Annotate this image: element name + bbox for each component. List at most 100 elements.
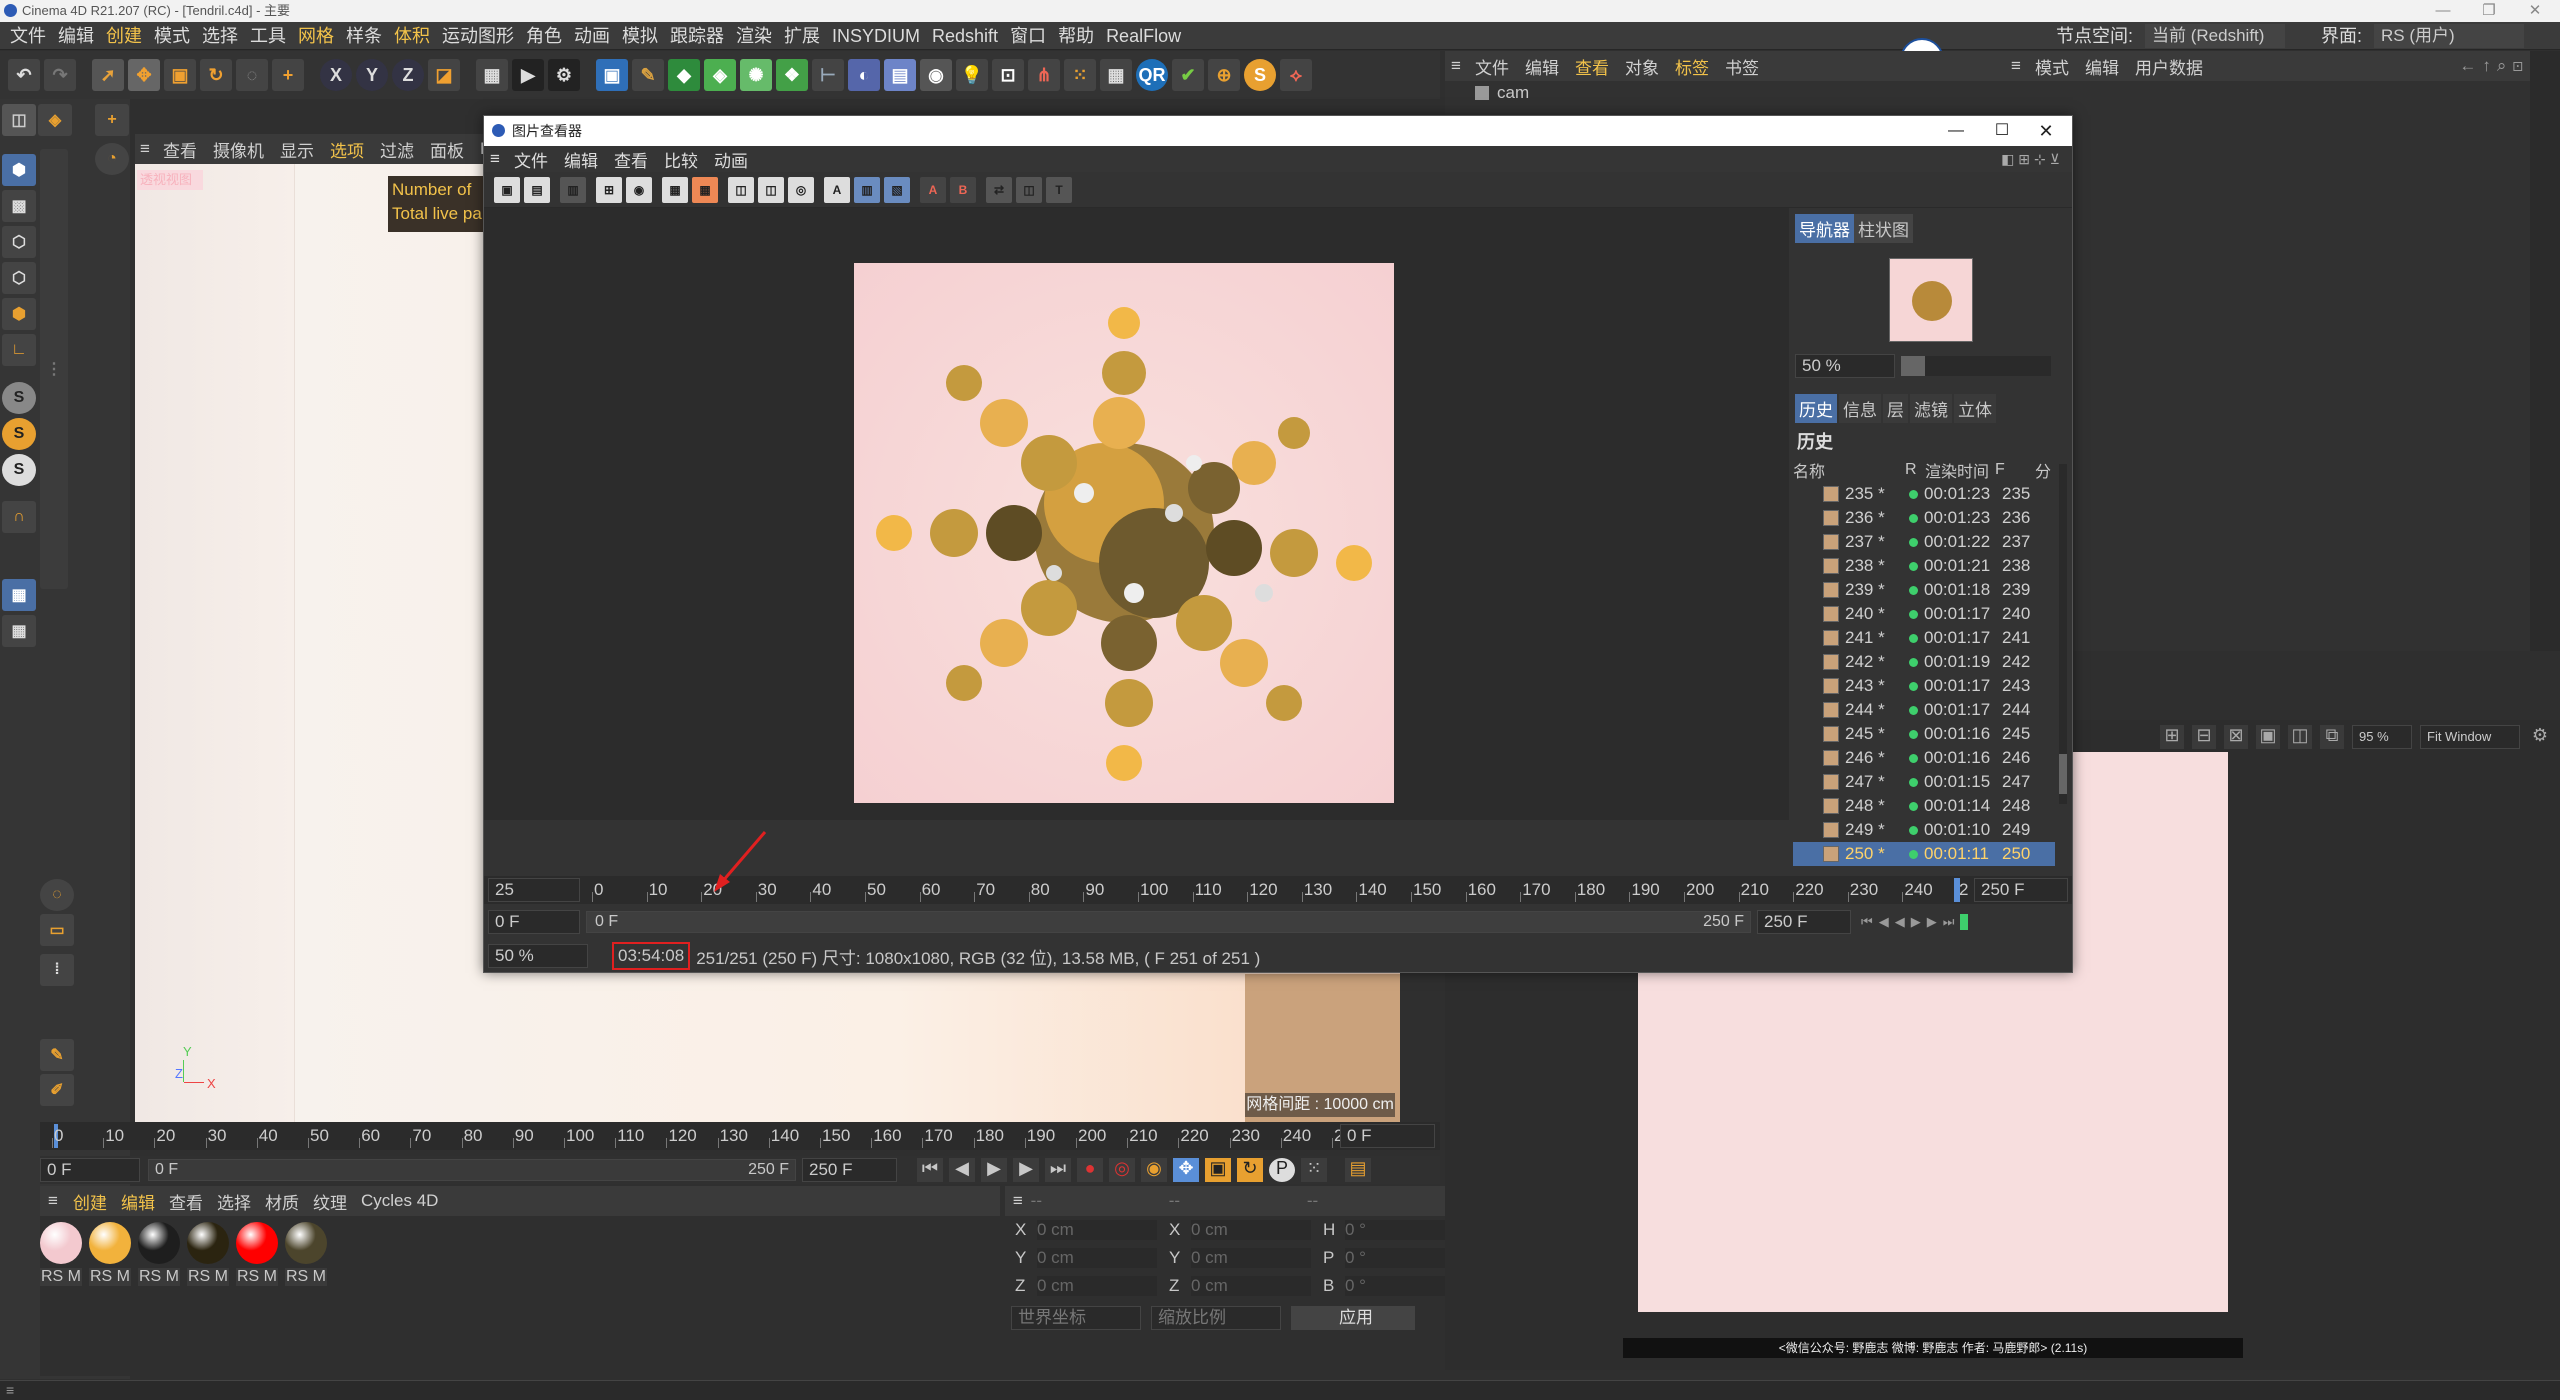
floor-icon[interactable]: ▤ <box>884 59 916 91</box>
pv-zoom-field[interactable]: 50 % <box>488 944 588 968</box>
camera-icon[interactable]: ◉ <box>920 59 952 91</box>
pv-crop-icon[interactable]: ⊞ <box>596 176 622 203</box>
material-swatch[interactable]: RS M <box>89 1222 131 1286</box>
pv-nav-tab-1[interactable]: 柱状图 <box>1854 214 1913 243</box>
rv-tool2-icon[interactable]: ⊟ <box>2192 725 2216 749</box>
history-row[interactable]: 242 * 00:01:19 242 <box>1793 650 2055 674</box>
pv-delete-icon[interactable]: ▥ <box>560 176 586 203</box>
sculpt-icon[interactable]: ✐ <box>40 1074 74 1106</box>
pv-range-slider[interactable]: 0 F 250 F <box>586 911 1751 933</box>
rv-fit-select[interactable]: Fit Window <box>2420 725 2520 749</box>
pv-b-icon[interactable]: B <box>950 176 976 203</box>
coords-pos-field[interactable]: 0 cm <box>1037 1220 1157 1240</box>
coords-rot-field[interactable]: 0 ° <box>1345 1220 1445 1240</box>
coords-rot-field[interactable]: 0 ° <box>1345 1276 1445 1296</box>
history-row[interactable]: 246 * 00:01:16 246 <box>1793 746 2055 770</box>
texture-icon[interactable]: ▩ <box>2 190 36 222</box>
dots-icon[interactable]: ⁞ <box>40 954 74 986</box>
prev-key-icon[interactable]: ◀ <box>949 1158 975 1182</box>
pv-playhead[interactable] <box>1954 878 1960 902</box>
history-row[interactable]: 240 * 00:01:17 240 <box>1793 602 2055 626</box>
pv-compare2-icon[interactable]: ▧ <box>884 176 910 203</box>
material-menu-3[interactable]: 选择 <box>210 1189 258 1214</box>
pv-goto-start-icon[interactable]: ⏮ <box>1861 914 1873 930</box>
pv-compare-icon[interactable]: ▥ <box>854 176 880 203</box>
z-axis-icon[interactable]: Z <box>392 59 424 91</box>
coords-pos-field[interactable]: 0 cm <box>1037 1248 1157 1268</box>
snap-s3-icon[interactable]: S <box>2 454 36 486</box>
pv-goto-end-icon[interactable]: ⏭ <box>1943 914 1955 930</box>
clock-icon[interactable]: ◔ <box>95 143 129 175</box>
play-icon[interactable]: ▶ <box>981 1158 1007 1182</box>
pv-user-icon[interactable]: ◉ <box>626 176 652 203</box>
history-row[interactable]: 239 * 00:01:18 239 <box>1793 578 2055 602</box>
pv-save-icon[interactable]: ▤ <box>524 176 550 203</box>
render-settings-icon[interactable]: ⚙ <box>548 59 580 91</box>
rv-snapshot-icon[interactable]: ◫ <box>2288 725 2312 749</box>
material-swatch[interactable]: RS M <box>138 1222 180 1286</box>
redo-icon[interactable]: ↷ <box>44 59 76 91</box>
object-menu-4[interactable]: 标签 <box>1667 54 1717 79</box>
viewport-menu-3[interactable]: 选项 <box>322 137 372 162</box>
material-menu-2[interactable]: 查看 <box>162 1189 210 1214</box>
menu-item-18[interactable]: 窗口 <box>1004 22 1052 50</box>
menu-item-3[interactable]: 模式 <box>148 22 196 50</box>
cloner-icon[interactable]: ◈ <box>704 59 736 91</box>
model-mode-icon[interactable]: ⬢ <box>2 154 36 186</box>
pv-swap-icon[interactable]: ⇄ <box>986 176 1012 203</box>
pv-close-button[interactable]: ✕ <box>2026 116 2066 146</box>
scene-icon[interactable]: ◐ <box>848 59 880 91</box>
pv-ab-icon[interactable]: A <box>824 176 850 203</box>
viewport-menu-2[interactable]: 显示 <box>272 137 322 162</box>
pv-minimize-button[interactable]: — <box>1936 116 1976 146</box>
navigator-thumbnail[interactable] <box>1889 258 1973 342</box>
key-scale-icon[interactable]: ▣ <box>1205 1158 1231 1182</box>
history-row[interactable]: 247 * 00:01:15 247 <box>1793 770 2055 794</box>
menu-item-15[interactable]: 扩展 <box>778 22 826 50</box>
add-icon[interactable]: + <box>272 59 304 91</box>
pv-canvas[interactable] <box>484 208 1789 820</box>
rv-save-icon[interactable]: ▣ <box>2256 725 2280 749</box>
pv-loop-icon[interactable] <box>1960 914 1969 930</box>
goto-end-icon[interactable]: ⏭ <box>1045 1158 1071 1182</box>
rv-copy-icon[interactable]: ⧉ <box>2320 725 2344 749</box>
history-row[interactable]: 243 * 00:01:17 243 <box>1793 674 2055 698</box>
rect-select-icon[interactable]: ▭ <box>40 914 74 946</box>
history-row[interactable]: 249 * 00:01:10 249 <box>1793 818 2055 842</box>
rv-zoom[interactable]: 95 % <box>2352 725 2412 749</box>
history-row[interactable]: 237 * 00:01:22 237 <box>1793 530 2055 554</box>
viewport-menu-1[interactable]: 摄像机 <box>205 137 272 162</box>
pv-menu-icon[interactable]: ≡ <box>484 149 506 169</box>
main-range-slider[interactable]: 0 F 250 F <box>148 1159 796 1181</box>
menu-item-1[interactable]: 编辑 <box>52 22 100 50</box>
attr-menu-2[interactable]: 用户数据 <box>2127 54 2211 79</box>
snap-s2-icon[interactable]: S <box>2 418 36 450</box>
pv-start-frame[interactable]: 0 F <box>488 910 580 934</box>
history-row[interactable]: 245 * 00:01:16 245 <box>1793 722 2055 746</box>
restore-button[interactable]: ❐ <box>2466 0 2512 22</box>
rv-tool1-icon[interactable]: ⊞ <box>2160 725 2184 749</box>
material-menu-5[interactable]: 纹理 <box>306 1189 354 1214</box>
magnet-icon[interactable]: ∩ <box>2 501 36 533</box>
viewport-menu-4[interactable]: 过滤 <box>372 137 422 162</box>
pv-text-icon[interactable]: T <box>1046 176 1072 203</box>
pv-menu-2[interactable]: 查看 <box>606 147 656 172</box>
pv-play-icon[interactable]: ▶ <box>1911 914 1921 930</box>
object-menu-5[interactable]: 书签 <box>1717 54 1767 79</box>
menu-item-5[interactable]: 工具 <box>244 22 292 50</box>
object-menu-2[interactable]: 查看 <box>1567 54 1617 79</box>
pv-render2-icon[interactable]: ▦ <box>692 176 718 203</box>
edges-mode-icon[interactable]: ⬡ <box>2 262 36 294</box>
menu-item-0[interactable]: 文件 <box>4 22 52 50</box>
menu-item-8[interactable]: 体积 <box>388 22 436 50</box>
pv-info-tab-2[interactable]: 层 <box>1883 394 1908 423</box>
grid-icon[interactable]: ▦ <box>1100 59 1132 91</box>
material-swatch[interactable]: RS M <box>187 1222 229 1286</box>
material-menu-1[interactable]: 编辑 <box>114 1189 162 1214</box>
pv-render-icon[interactable]: ▦ <box>662 176 688 203</box>
next-key-icon[interactable]: ▶ <box>1013 1158 1039 1182</box>
statusbar-menu-icon[interactable]: ≡ <box>6 1382 14 1398</box>
pv-open-icon[interactable]: ▣ <box>494 176 520 203</box>
pv-menu-3[interactable]: 比较 <box>656 147 706 172</box>
pv-menu-0[interactable]: 文件 <box>506 147 556 172</box>
